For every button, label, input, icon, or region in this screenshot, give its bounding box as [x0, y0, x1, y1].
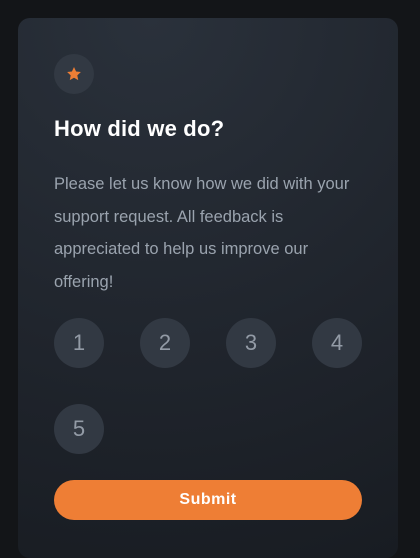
rating-option-3[interactable]: 3 [226, 318, 276, 368]
rating-card: How did we do? Please let us know how we… [18, 18, 398, 558]
card-title: How did we do? [54, 116, 225, 141]
submit-button[interactable]: Submit [54, 480, 362, 520]
star-badge [54, 54, 94, 94]
rating-options: 1 2 3 4 5 [54, 318, 366, 454]
card-description: Please let us know how we did with your … [54, 175, 350, 291]
rating-option-5[interactable]: 5 [54, 404, 104, 454]
star-icon [67, 67, 81, 81]
rating-option-2[interactable]: 2 [140, 318, 190, 368]
rating-option-4[interactable]: 4 [312, 318, 362, 368]
rating-option-1[interactable]: 1 [54, 318, 104, 368]
